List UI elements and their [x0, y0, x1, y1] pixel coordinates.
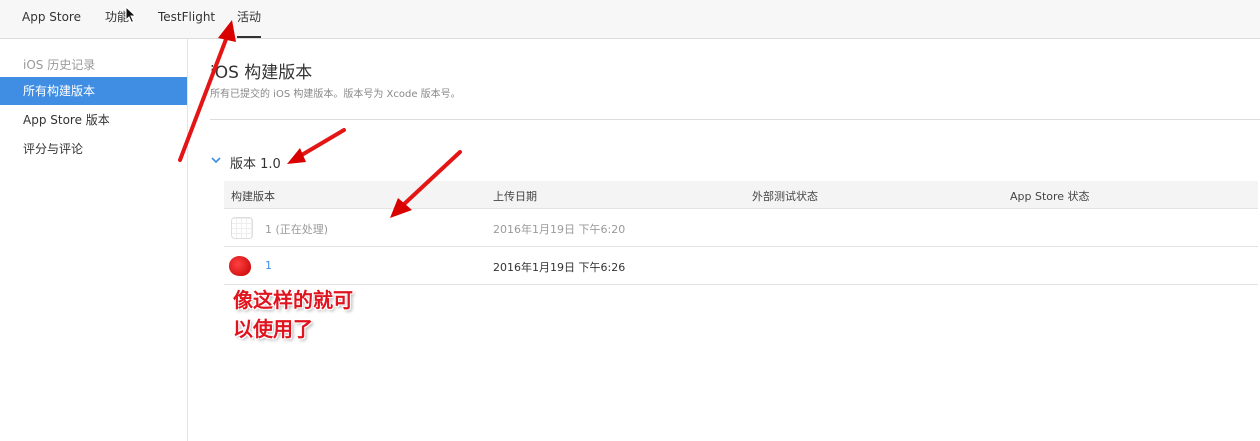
- sidebar-item-ratings-reviews[interactable]: 评分与评论: [0, 135, 187, 163]
- app-icon: [229, 256, 251, 276]
- tab-app-store[interactable]: App Store: [22, 10, 81, 38]
- sidebar-item-app-store-versions[interactable]: App Store 版本: [0, 106, 187, 134]
- table-header: 构建版本 上传日期 外部测试状态 App Store 状态: [224, 181, 1258, 209]
- table-row: 1 (正在处理) 2016年1月19日 下午6:20: [224, 209, 1258, 247]
- annotation-line-1: 像这样的就可: [233, 288, 353, 312]
- sidebar: iOS 历史记录 所有构建版本 App Store 版本 评分与评论: [0, 39, 188, 441]
- top-navigation: App Store 功能 TestFlight 活动: [0, 0, 1260, 39]
- app-icon-placeholder: [231, 217, 253, 239]
- annotation-line-2: 以使用了: [233, 317, 313, 341]
- annotation-note: 像这样的就可 以使用了: [233, 286, 403, 344]
- page-subtitle: 所有已提交的 iOS 构建版本。版本号为 Xcode 版本号。: [210, 89, 461, 100]
- column-header-appstore-status: App Store 状态: [1010, 190, 1090, 203]
- main-content: iOS 构建版本 所有已提交的 iOS 构建版本。版本号为 Xcode 版本号。…: [188, 39, 1260, 441]
- table-row: 1 2016年1月19日 下午6:26: [224, 247, 1258, 285]
- page-title: iOS 构建版本: [210, 63, 313, 83]
- sidebar-item-all-builds[interactable]: 所有构建版本: [0, 77, 187, 105]
- column-header-upload-date: 上传日期: [493, 190, 537, 203]
- sidebar-section-title: iOS 历史记录: [23, 58, 96, 72]
- upload-date: 2016年1月19日 下午6:26: [493, 261, 626, 274]
- upload-date: 2016年1月19日 下午6:20: [493, 223, 626, 236]
- build-number-link[interactable]: 1: [265, 259, 272, 272]
- version-label: 版本 1.0: [230, 157, 281, 172]
- chevron-down-icon: [211, 157, 221, 164]
- column-header-build: 构建版本: [231, 190, 275, 203]
- tab-activity[interactable]: 活动: [237, 10, 262, 38]
- tab-testflight[interactable]: TestFlight: [158, 10, 215, 38]
- divider: [210, 119, 1260, 120]
- build-number: 1 (正在处理): [265, 223, 329, 236]
- column-header-external-status: 外部测试状态: [752, 190, 818, 203]
- mouse-cursor-icon: [125, 6, 137, 24]
